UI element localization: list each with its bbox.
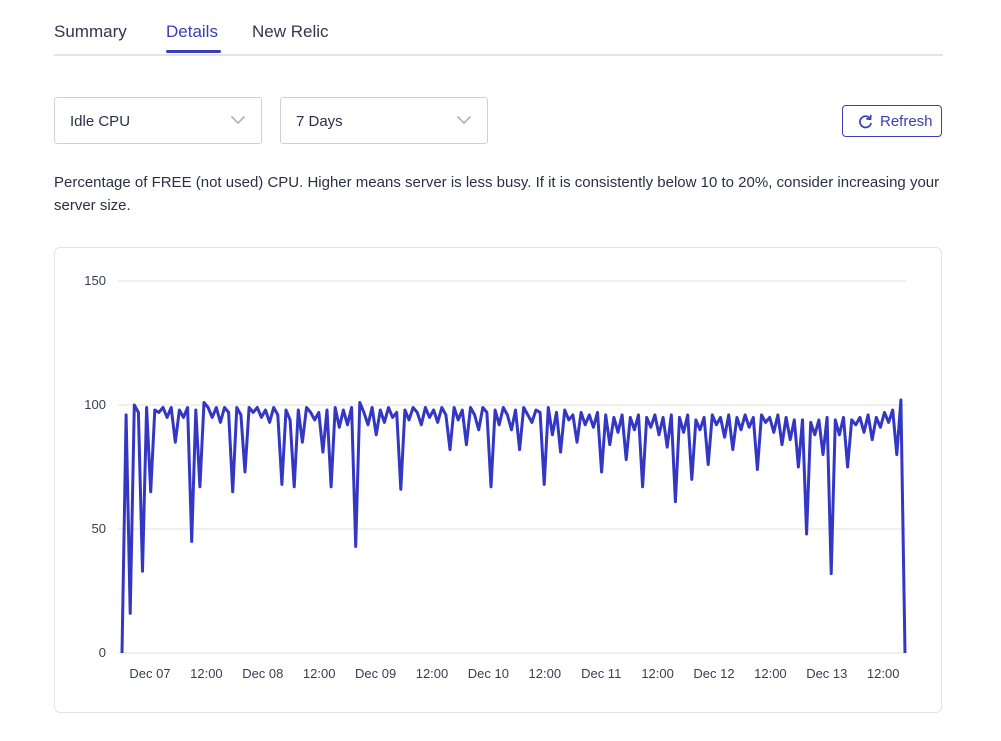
x-tick-label: Dec 13 — [806, 666, 847, 681]
x-tick-label: 12:00 — [754, 666, 787, 681]
active-tab-indicator — [166, 50, 221, 53]
x-tick-label: Dec 11 — [581, 666, 621, 681]
x-tick-label: 12:00 — [190, 666, 223, 681]
x-tick-label: 12:00 — [416, 666, 449, 681]
x-tick-label: Dec 10 — [468, 666, 509, 681]
tab-details[interactable]: Details — [166, 22, 218, 42]
idle-cpu-series-line — [120, 398, 907, 654]
tab-summary[interactable]: Summary — [54, 22, 127, 42]
metric-select-value: Idle CPU — [70, 113, 131, 130]
y-tick-label: 0 — [99, 645, 106, 660]
x-tick-label: 12:00 — [867, 666, 900, 681]
y-tick-label: 150 — [84, 273, 106, 288]
y-tick-label: 50 — [92, 521, 106, 536]
x-tick-label: Dec 12 — [693, 666, 734, 681]
metric-select[interactable]: Idle CPU — [54, 97, 262, 144]
x-tick-label: 12:00 — [641, 666, 674, 681]
chevron-down-icon — [457, 116, 471, 124]
idle-cpu-chart: 0 50 100 150 Dec 07 12:00 Dec 08 12:00 Dec 09 12:… — [84, 273, 907, 681]
tab-new-relic[interactable]: New Relic — [252, 22, 329, 42]
chevron-down-icon — [231, 116, 245, 124]
refresh-label: Refresh — [880, 113, 933, 130]
refresh-icon — [859, 114, 872, 129]
x-tick-label: 12:00 — [303, 666, 336, 681]
x-tick-label: 12:00 — [529, 666, 562, 681]
range-select-value: 7 Days — [296, 113, 343, 130]
tab-bar: Summary Details New Relic — [54, 0, 943, 56]
range-select[interactable]: 7 Days — [280, 97, 488, 144]
refresh-button[interactable]: Refresh — [842, 105, 942, 137]
x-tick-label: Dec 08 — [242, 666, 283, 681]
x-tick-label: Dec 07 — [129, 666, 170, 681]
x-tick-label: Dec 09 — [355, 666, 396, 681]
y-tick-label: 100 — [84, 397, 106, 412]
chart-card: 0 50 100 150 Dec 07 12:00 Dec 08 12:00 Dec 09 12:… — [54, 247, 942, 713]
metric-description: Percentage of FREE (not used) CPU. Highe… — [54, 174, 940, 214]
